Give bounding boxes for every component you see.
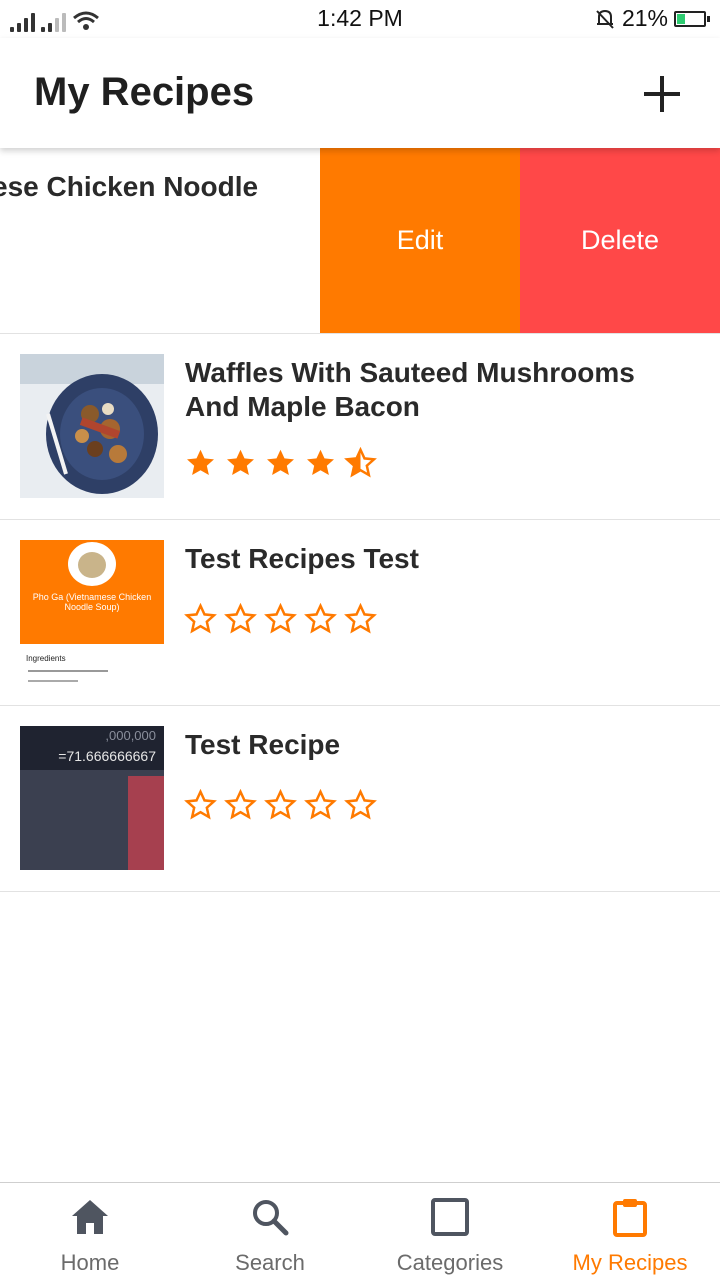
nav-home[interactable]: Home <box>0 1183 180 1281</box>
home-icon <box>72 1200 108 1234</box>
page-title: My Recipes <box>34 70 255 114</box>
star-empty-icon <box>304 789 337 820</box>
thumbnail-text: Pho Ga (Vietnamese Chicken Noodle Soup) <box>32 592 152 612</box>
star-filled-icon <box>187 449 214 476</box>
nav-categories[interactable]: Categories <box>360 1183 540 1281</box>
rating-stars <box>184 447 377 480</box>
recipe-row[interactable]: ,000,000 =71.666666667 Test Recipe <box>0 706 720 892</box>
bell-muted-icon <box>596 9 614 29</box>
add-recipe-button[interactable] <box>642 74 682 114</box>
star-empty-icon <box>224 603 257 634</box>
star-empty-icon <box>184 603 217 634</box>
battery-icon <box>674 10 710 27</box>
nav-my-recipes[interactable]: My Recipes <box>540 1183 720 1281</box>
star-filled-icon <box>227 449 254 476</box>
star-empty-icon <box>224 789 257 820</box>
star-empty-icon <box>264 603 297 634</box>
recipe-thumbnail: Pho Ga (Vietnamese Chicken Noodle Soup) … <box>20 540 164 684</box>
recipe-title: Test Recipe <box>185 729 341 760</box>
square-icon <box>431 1198 469 1236</box>
battery-percent: 21% <box>621 5 668 31</box>
search-icon <box>253 1200 289 1236</box>
recipe-row[interactable]: Waffles With Sauteed Mushrooms And Maple… <box>0 334 720 520</box>
star-empty-icon <box>184 789 217 820</box>
star-empty-icon <box>344 603 377 634</box>
nav-label: My Recipes <box>572 1250 688 1275</box>
nav-label: Search <box>235 1250 305 1275</box>
nav-search[interactable]: Search <box>180 1183 360 1281</box>
recipe-thumbnail: ,000,000 =71.666666667 <box>20 726 164 870</box>
app-bar: My Recipes <box>0 38 720 148</box>
recipe-title: Waffles With Sauteed Mushrooms And Maple… <box>185 357 635 422</box>
bottom-nav: Home Search Categories My Recipes <box>0 1182 720 1281</box>
recipe-row[interactable]: Pho Ga (Vietnamese Chicken Noodle Soup) … <box>0 520 720 706</box>
star-filled-icon <box>267 449 294 476</box>
rating-stars <box>184 789 377 822</box>
recipe-title: ese Chicken Noodle <box>0 171 259 202</box>
clipboard-icon <box>613 1199 647 1237</box>
edit-button[interactable]: Edit <box>320 148 520 333</box>
star-empty-icon <box>304 603 337 634</box>
recipe-row-swiped[interactable]: ese Chicken Noodle Edit Delete <box>0 148 720 334</box>
status-bar: 1:42 PM 21% <box>0 0 720 38</box>
recipe-title: Test Recipes Test <box>185 543 419 574</box>
delete-button[interactable]: Delete <box>520 148 720 333</box>
recipe-list: ese Chicken Noodle Edit Delete Waffles W… <box>0 148 720 892</box>
rating-stars <box>184 603 377 636</box>
thumbnail-text: ,000,000 <box>105 728 156 743</box>
star-half-icon <box>344 447 377 478</box>
thumbnail-result: =71.666666667 <box>58 748 156 764</box>
star-empty-icon <box>264 789 297 820</box>
status-right: 21% <box>594 5 710 32</box>
star-empty-icon <box>344 789 377 820</box>
nav-label: Home <box>60 1250 120 1275</box>
recipe-thumbnail <box>20 354 164 498</box>
star-filled-icon <box>307 449 334 476</box>
thumbnail-section: Ingredients <box>26 654 66 663</box>
nav-label: Categories <box>396 1250 504 1275</box>
